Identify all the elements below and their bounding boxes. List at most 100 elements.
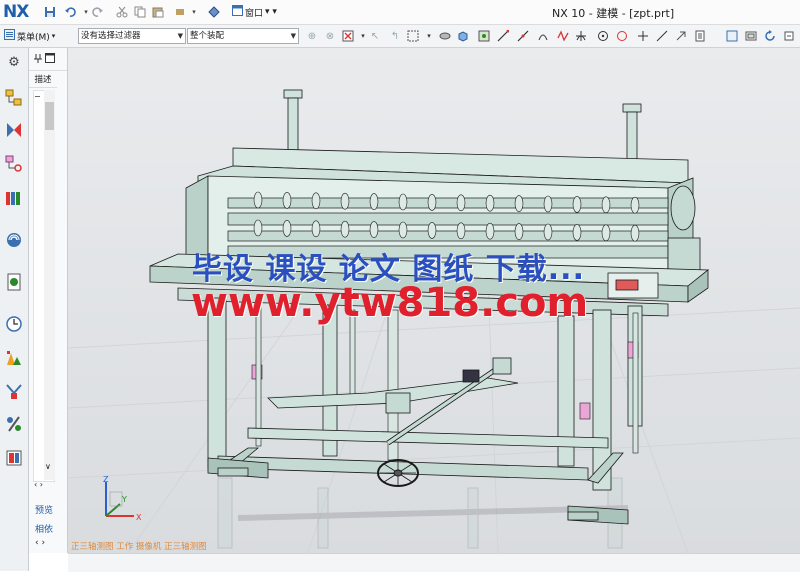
rectangle-select-icon[interactable] — [406, 29, 420, 43]
chevron-down-icon: ▾ — [51, 32, 56, 40]
end-point-icon[interactable] — [496, 29, 510, 43]
snap-point-icon[interactable] — [477, 29, 491, 43]
rotate-icon[interactable] — [763, 29, 777, 43]
model-gear — [543, 195, 553, 213]
scroll-down-icon[interactable]: ∨ — [45, 462, 51, 471]
point-on-curve-icon[interactable] — [636, 29, 650, 43]
web-browser-icon[interactable] — [4, 272, 24, 292]
undo-icon[interactable] — [62, 4, 78, 20]
circle-center-icon[interactable] — [596, 29, 610, 43]
navigator-panel: 描述 − ∨ ‹ › 预览 相依 ‹ › — [29, 48, 68, 553]
menu-button-label: 菜单(M) — [17, 32, 50, 43]
model-gear — [514, 195, 524, 212]
solid-body-icon[interactable] — [438, 29, 452, 43]
copy-icon[interactable] — [132, 4, 148, 20]
settings-gear-icon[interactable]: ⚙ — [4, 52, 24, 72]
chevron-down-icon[interactable]: ▾ — [422, 29, 436, 43]
system-materials-icon[interactable] — [4, 348, 24, 368]
select-curve-icon[interactable]: ↰ — [388, 29, 402, 43]
view-status-text: 正三轴测图 工作 摄像机 正三轴测图 — [71, 542, 207, 552]
navigator-pin-icon[interactable] — [33, 53, 43, 66]
triad-x-label: X — [136, 513, 142, 522]
model-gear — [398, 193, 408, 211]
status-bar — [68, 553, 800, 572]
touch-mode-icon[interactable] — [206, 4, 222, 20]
history-icon[interactable] — [4, 314, 24, 334]
assembly-navigator-icon[interactable] — [4, 88, 24, 108]
resource-bar: ⚙ — [0, 48, 29, 571]
arc-center-icon[interactable] — [574, 29, 588, 43]
chevron-down-icon: ▾ ▾ — [265, 7, 277, 17]
navigator-column-description[interactable]: 描述 — [29, 73, 57, 88]
model-gear — [543, 223, 553, 241]
navigator-bottom-scroll[interactable]: ‹ › — [35, 538, 45, 548]
constraint-navigator-icon[interactable] — [4, 120, 24, 140]
mid-point-icon[interactable] — [516, 29, 530, 43]
model-gear — [340, 220, 350, 238]
book-icon[interactable] — [693, 29, 707, 43]
bounded-grid-icon[interactable] — [674, 29, 688, 43]
zoom-icon[interactable] — [744, 29, 758, 43]
title-bar: NX ▾ ▾ 窗口 ▾ ▾ NX 10 - 建模 - [zpt.prt] — [0, 0, 800, 25]
model-gear — [514, 223, 524, 240]
assembly-scope-dropdown[interactable]: 整个装配 ▼ — [187, 28, 299, 44]
view-triad[interactable]: Z X Y — [98, 476, 158, 536]
reuse-library-icon[interactable] — [4, 188, 24, 208]
model-gear — [311, 192, 321, 210]
navigator-collapse-button[interactable]: − — [34, 92, 41, 101]
hd3d-tools-icon[interactable] — [4, 230, 24, 250]
model-gear — [340, 192, 350, 210]
point-on-surface-icon[interactable] — [655, 29, 669, 43]
model-gear — [282, 220, 292, 237]
select-feature-icon[interactable]: ⊗ — [323, 29, 337, 43]
navigator-window-icon[interactable] — [45, 53, 55, 66]
dependency-section-button[interactable]: 相依 — [35, 522, 53, 535]
process-studio-icon[interactable] — [4, 382, 24, 402]
navigator-scroll-thumb[interactable] — [45, 102, 54, 130]
roles-icon[interactable] — [4, 448, 24, 468]
model-gear — [311, 220, 321, 238]
pan-icon[interactable] — [782, 29, 796, 43]
repeat-dropdown-icon[interactable]: ▾ — [186, 4, 202, 20]
navigator-header — [29, 48, 67, 71]
save-icon[interactable] — [42, 4, 58, 20]
component-icon[interactable] — [456, 29, 470, 43]
model-gear — [485, 194, 495, 212]
triad-z-label: Z — [103, 476, 109, 484]
quadrant-point-icon[interactable] — [615, 29, 629, 43]
part-navigator-icon[interactable] — [4, 154, 24, 174]
preview-section-button[interactable]: 预览 — [35, 503, 53, 516]
control-point-icon[interactable] — [536, 29, 550, 43]
model-gear — [398, 221, 408, 239]
navigator-vertical-scrollbar[interactable]: ∨ — [44, 90, 55, 480]
graphics-viewport[interactable]: 毕设 课设 论文 图纸 下载... www.ytw818.com Z X Y 正… — [68, 48, 800, 553]
redo-icon[interactable] — [90, 4, 106, 20]
navigator-horizontal-arrows[interactable]: ‹ › — [29, 480, 67, 494]
menu-button[interactable]: 菜单(M) ▾ — [4, 28, 55, 44]
model-gear — [427, 222, 437, 239]
deselect-icon[interactable] — [341, 29, 355, 43]
model-gear — [427, 194, 437, 211]
model-gear — [630, 196, 640, 214]
model-gear — [282, 192, 292, 209]
intersection-point-icon[interactable] — [556, 29, 570, 43]
paste-icon[interactable] — [150, 4, 166, 20]
selection-toolbar: 菜单(M) ▾ 没有选择过滤器 ▼ 整个装配 ▼ ⊕ ⊗ ▾ ↖ ↰ ▾ — [0, 25, 800, 48]
snap-icon[interactable]: ↖ — [368, 29, 382, 43]
fit-view-icon[interactable] — [725, 29, 739, 43]
model-gear — [572, 196, 582, 213]
window-menu[interactable]: 窗口 ▾ ▾ — [232, 4, 277, 20]
triad-y-label: Y — [121, 495, 127, 504]
chevron-down-icon: ▼ — [177, 32, 183, 40]
model-gear — [630, 224, 640, 242]
select-all-icon[interactable]: ⊕ — [305, 29, 319, 43]
window-title: NX 10 - 建模 - [zpt.prt] — [552, 7, 675, 20]
model-gear — [601, 196, 611, 214]
model-gear — [369, 221, 379, 238]
nx-logo[interactable]: NX — [3, 2, 29, 22]
model-gear — [601, 224, 611, 242]
window-icon — [232, 5, 243, 19]
selection-filter-dropdown[interactable]: 没有选择过滤器 ▼ — [78, 28, 186, 44]
cut-icon[interactable] — [114, 4, 130, 20]
manufacturing-wizard-icon[interactable] — [4, 414, 24, 434]
